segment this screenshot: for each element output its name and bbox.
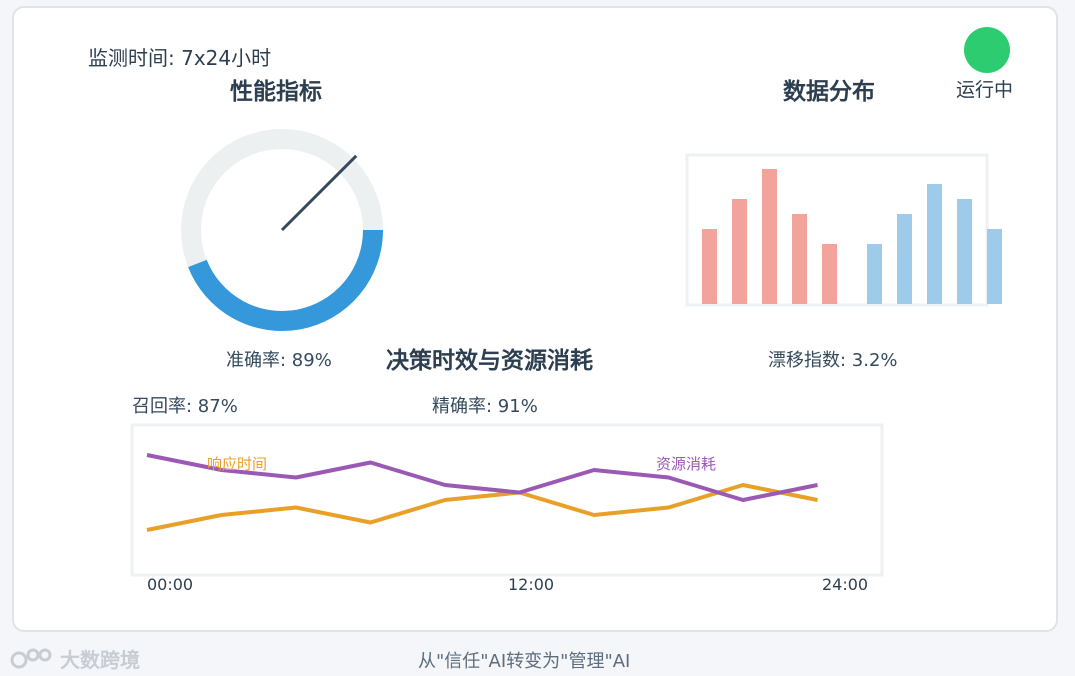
stage: 监测时间: 7x24小时 运行中 性能指标 数据分布 决策时效与资源消耗 响应时… (0, 0, 1075, 676)
watermark-text: 大数跨境 (60, 648, 140, 672)
drift-metric: 漂移指数: 3.2% (768, 350, 898, 371)
accuracy-metric: 准确率: 89% (226, 350, 332, 371)
series-label-response: 响应时间 (207, 455, 267, 473)
timeline-line-chart: 响应时间 资源消耗 00:00 12:00 24:00 (130, 423, 884, 594)
watermark: 大数跨境 (10, 644, 140, 673)
x-tick-2: 24:00 (822, 575, 868, 594)
watermark-logo-icon (10, 648, 52, 668)
x-tick-0: 00:00 (147, 575, 193, 594)
recall-metric: 召回率: 87% (132, 396, 238, 417)
line-chart-frame (130, 423, 884, 577)
series-label-resource: 资源消耗 (656, 455, 716, 473)
x-tick-1: 12:00 (508, 575, 554, 594)
precision-metric: 精确率: 91% (432, 396, 538, 417)
footer-caption: 从"信任"AI转变为"管理"AI (418, 651, 631, 672)
